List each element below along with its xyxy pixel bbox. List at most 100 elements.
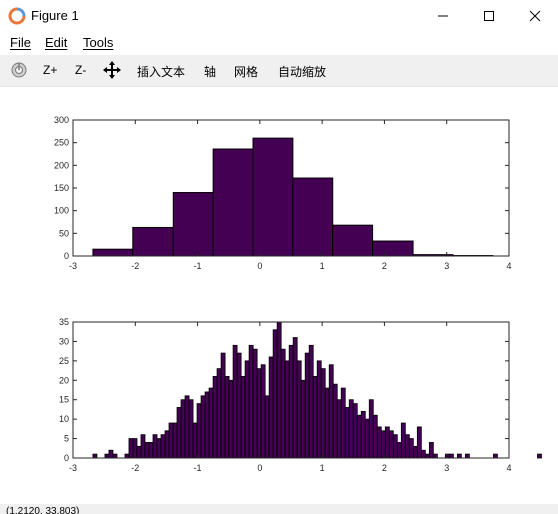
plot2-bar [320, 368, 326, 459]
plot2-bar [152, 434, 158, 459]
plot2-bar [224, 375, 230, 459]
pan-move-icon[interactable] [103, 61, 121, 79]
status-bar: (1.2120, 33.803) [0, 504, 558, 514]
plot1-xtick-label: 2 [382, 261, 387, 271]
plot1-ytick-label: 150 [54, 183, 69, 193]
plot1-xtick-label: -3 [69, 261, 77, 271]
zoom-out-button[interactable]: Z- [75, 63, 86, 77]
plot2-bar [276, 321, 282, 459]
plot2-bar [380, 430, 386, 459]
plot2-xtick-label: 4 [506, 463, 511, 473]
plot1-xtick-label: 3 [444, 261, 449, 271]
plot2-bar [288, 344, 294, 459]
plot2-bar [372, 414, 378, 459]
plot2-bar [296, 360, 302, 459]
plot1-bar [252, 137, 294, 257]
plot2-bar [212, 375, 218, 459]
insert-text-button[interactable]: 插入文本 [137, 63, 185, 80]
plot2-bar [420, 449, 426, 459]
cursor-coordinates: (1.2120, 33.803) [6, 506, 80, 514]
plot2-ytick-label: 15 [59, 395, 69, 405]
plot2-ytick-label: 0 [64, 453, 69, 463]
minimize-button[interactable] [420, 0, 466, 32]
menu-edit[interactable]: Edit [45, 35, 67, 50]
plot2-bar [220, 352, 226, 459]
plot2-bar [300, 379, 306, 459]
plot1-ytick-label: 300 [54, 115, 69, 125]
plot2-bar [176, 407, 182, 459]
plot2-bar [364, 418, 370, 459]
plot2-xtick-label: -1 [194, 463, 202, 473]
plot2-bar [396, 442, 402, 459]
plot2-bar [172, 422, 178, 459]
plot2-bar [272, 329, 278, 459]
plot2-bar [164, 430, 170, 459]
plot2-bar [228, 379, 234, 459]
plot2-bar [108, 449, 114, 459]
title-bar[interactable]: Figure 1 [0, 0, 558, 32]
plot2-bar [537, 453, 542, 459]
plot2-bar [304, 352, 310, 459]
plot2-bar [196, 403, 202, 459]
plot2-bar [392, 434, 398, 459]
plot2-bar [284, 360, 290, 459]
close-button[interactable] [512, 0, 558, 32]
maximize-button[interactable] [466, 0, 512, 32]
menu-file[interactable]: File [10, 35, 31, 50]
plot2-xtick-label: 0 [257, 463, 262, 473]
autoscale-button[interactable]: 自动缩放 [278, 63, 326, 80]
plot2-bar [416, 426, 422, 459]
plot2-bar [388, 430, 394, 459]
plot2-bar [192, 422, 198, 459]
plot2-ytick-label: 20 [59, 375, 69, 385]
plot2-bar [400, 422, 406, 459]
plot2-bar [124, 453, 130, 459]
plot1-ytick-label: 0 [64, 251, 69, 261]
plot2-bar [268, 356, 274, 459]
grid-toggle-button[interactable]: 网格 [234, 63, 258, 80]
plot2-bar [280, 348, 286, 459]
plots-svg: -3 -2 -1 0 1 2 3 4050100150200250300-3 -2 -1 0 1 2 3 4… [54, 115, 542, 473]
plot2-bar [236, 352, 242, 459]
plot2-ytick-label: 25 [59, 356, 69, 366]
menu-bar: File Edit Tools [0, 32, 558, 54]
plot2-bar [160, 434, 166, 459]
plot2-bar [356, 414, 362, 459]
plot2-bar [332, 383, 338, 459]
plot1-bar [372, 240, 414, 257]
plot2-bar [328, 364, 334, 459]
plot2-bar [456, 453, 462, 459]
plot1-xtick-label: -1 [194, 261, 202, 271]
plot2-bar [260, 364, 266, 459]
plot2-bar [344, 407, 350, 459]
plot2-bar [384, 426, 390, 459]
reset-view-icon[interactable] [10, 61, 28, 79]
plot2-bar [184, 395, 190, 459]
close-icon [529, 10, 541, 22]
plot2-bar [312, 375, 318, 459]
plot1-xtick-label: 1 [320, 261, 325, 271]
plot2-bar [292, 337, 298, 459]
plot1-ytick-label: 50 [59, 228, 69, 238]
plot2-ytick-label: 30 [59, 336, 69, 346]
plot2-bar [136, 445, 142, 459]
plot2-bar [412, 445, 418, 459]
plot1-xtick-label: 0 [257, 261, 262, 271]
plot2-bar [408, 438, 414, 459]
plot2-bar [208, 387, 214, 459]
figure-canvas[interactable]: -3 -2 -1 0 1 2 3 4 0 50 100 150 200 250 300 -3 -2 -1 0 1 2 3 4… [0, 87, 558, 504]
plot2-bar [493, 453, 498, 459]
zoom-in-button[interactable]: Z+ [43, 63, 57, 77]
menu-tools[interactable]: Tools [83, 35, 113, 50]
plot2-bar [156, 438, 162, 459]
axis-toggle-button[interactable]: 轴 [204, 63, 216, 80]
figure-toolbar: Z+ Z- 插入文本 轴 网格 自动缩放 [0, 55, 558, 87]
plot2-bar [92, 453, 98, 459]
plot2-bar [432, 453, 438, 459]
plot2-bar [264, 395, 270, 459]
plot2-bar [316, 360, 322, 459]
plot2-ytick-label: 5 [64, 434, 69, 444]
plot2-bar [180, 399, 186, 459]
window-title: Figure 1 [31, 8, 79, 23]
plot2-bar [204, 391, 210, 459]
